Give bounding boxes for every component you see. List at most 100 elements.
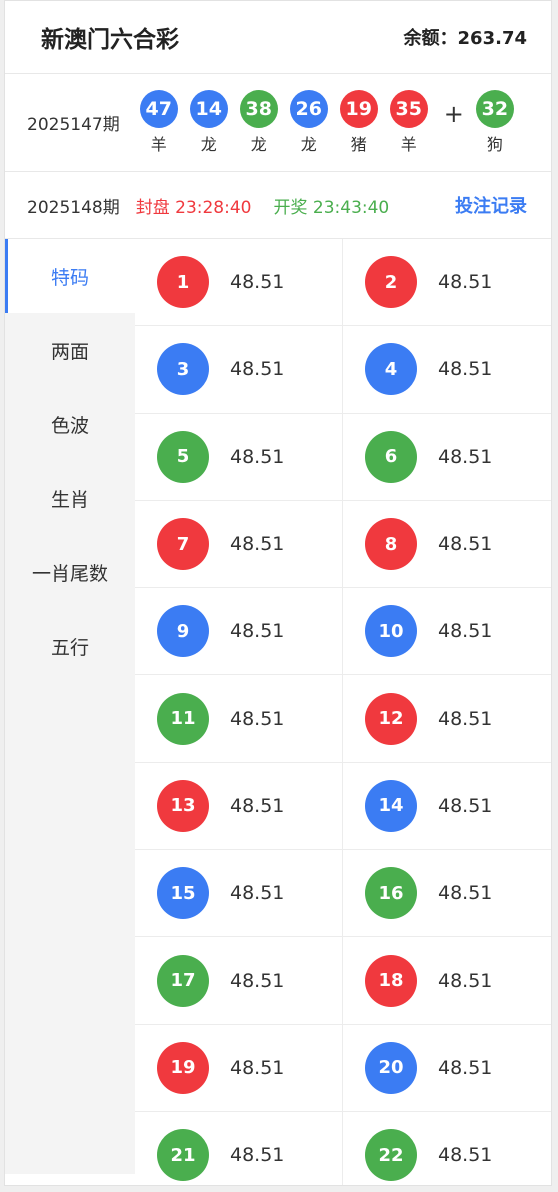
number-ball[interactable]: 19 <box>157 1041 209 1094</box>
sidebar-item-wuxing[interactable]: 五行 <box>5 609 135 683</box>
result-ball: 38 <box>239 90 278 128</box>
number-ball[interactable]: 15 <box>157 867 209 920</box>
odds-value: 48.51 <box>438 533 493 556</box>
number-ball[interactable]: 7 <box>157 518 209 571</box>
number-ball[interactable]: 3 <box>157 343 209 396</box>
result-ball: 26 <box>289 90 328 128</box>
close-time: 封盘 23:28:40 <box>135 197 252 218</box>
odds-value: 48.51 <box>438 1056 493 1079</box>
number-grid: 1 48.51 2 48.51 3 48.51 4 48.51 5 48.51 6 48.51 7 48.… <box>135 239 551 1185</box>
number-ball[interactable]: 6 <box>365 430 417 483</box>
sidebar-item-shengxiao[interactable]: 生肖 <box>5 461 135 535</box>
number-ball[interactable]: 11 <box>157 692 209 745</box>
number-ball[interactable]: 1 <box>157 256 209 309</box>
number-ball[interactable]: 21 <box>157 1129 209 1182</box>
odds-value: 48.51 <box>230 358 285 381</box>
sidebar-item-sebo[interactable]: 色波 <box>5 387 135 461</box>
number-cell[interactable]: 1 48.51 <box>135 239 343 327</box>
number-cell[interactable]: 11 48.51 <box>135 675 343 763</box>
number-cell[interactable]: 9 48.51 <box>135 588 343 676</box>
number-ball[interactable]: 5 <box>157 430 209 483</box>
result-ball-item: 47 羊 <box>134 90 184 155</box>
number-ball[interactable]: 2 <box>365 256 417 309</box>
app-header: 新澳门六合彩 余额：263.74 <box>5 1 551 74</box>
number-ball[interactable]: 9 <box>157 605 209 658</box>
number-cell[interactable]: 14 48.51 <box>343 763 551 851</box>
balance-display: 余额：263.74 <box>403 28 527 49</box>
play-type-sidebar: 特码 两面 色波 生肖 一肖尾数 五行 <box>5 239 135 1174</box>
odds-value: 48.51 <box>438 707 493 730</box>
special-zodiac: 狗 <box>486 135 503 154</box>
number-ball[interactable]: 22 <box>365 1129 417 1182</box>
odds-value: 48.51 <box>230 533 285 556</box>
result-ball-item: 14 龙 <box>184 90 234 155</box>
odds-value: 48.51 <box>438 969 493 992</box>
odds-value: 48.51 <box>438 794 493 817</box>
last-draw-balls: 47 羊 14 龙 38 龙 26 龙 19 猪 35 羊 + 32 狗 <box>134 90 520 155</box>
result-zodiac: 龙 <box>300 135 317 154</box>
number-ball[interactable]: 18 <box>365 954 417 1007</box>
number-cell[interactable]: 2 48.51 <box>343 239 551 327</box>
result-ball: 47 <box>139 90 178 128</box>
app-title: 新澳门六合彩 <box>41 27 179 53</box>
number-cell[interactable]: 20 48.51 <box>343 1025 551 1112</box>
number-cell[interactable]: 16 48.51 <box>343 850 551 938</box>
number-cell[interactable]: 15 48.51 <box>135 850 343 938</box>
number-cell[interactable]: 19 48.51 <box>135 1024 343 1112</box>
number-cell[interactable]: 7 48.51 <box>135 500 343 589</box>
special-ball: 32 <box>475 90 514 128</box>
number-cell[interactable]: 5 48.51 <box>135 413 343 501</box>
sidebar-item-liangmian[interactable]: 两面 <box>5 313 135 387</box>
odds-value: 48.51 <box>230 445 285 468</box>
number-ball[interactable]: 4 <box>365 343 417 396</box>
bet-record-link[interactable]: 投注记录 <box>455 192 527 218</box>
number-ball[interactable]: 8 <box>365 518 417 571</box>
number-ball[interactable]: 12 <box>365 692 417 745</box>
result-zodiac: 龙 <box>250 135 267 154</box>
special-ball-item: 32 狗 <box>470 90 520 155</box>
number-cell[interactable]: 10 48.51 <box>343 588 551 676</box>
number-cell[interactable]: 22 48.51 <box>343 1112 551 1185</box>
number-ball[interactable]: 13 <box>157 779 209 832</box>
result-zodiac: 羊 <box>150 135 167 154</box>
number-cell[interactable]: 13 48.51 <box>135 762 343 851</box>
number-ball[interactable]: 17 <box>157 954 209 1007</box>
result-ball: 14 <box>189 90 228 128</box>
odds-value: 48.51 <box>230 969 285 992</box>
number-cell[interactable]: 3 48.51 <box>135 326 343 414</box>
last-draw-result: 2025147期 47 羊 14 龙 38 龙 26 龙 19 猪 35 羊 +… <box>5 74 551 172</box>
result-ball-item: 35 羊 <box>384 90 434 155</box>
number-ball[interactable]: 10 <box>365 605 417 658</box>
odds-value: 48.51 <box>438 620 493 643</box>
number-cell[interactable]: 6 48.51 <box>343 414 551 501</box>
next-draw-info: 2025148期 封盘 23:28:40 开奖 23:43:40 投注记录 <box>5 172 551 239</box>
result-ball-item: 38 龙 <box>234 90 284 155</box>
number-ball[interactable]: 14 <box>365 779 417 832</box>
odds-value: 48.51 <box>438 358 493 381</box>
result-zodiac: 龙 <box>200 135 217 154</box>
result-zodiac: 羊 <box>400 135 417 154</box>
odds-value: 48.51 <box>438 271 493 294</box>
number-cell[interactable]: 17 48.51 <box>135 937 343 1025</box>
result-ball: 35 <box>389 90 428 128</box>
number-cell[interactable]: 8 48.51 <box>343 501 551 589</box>
sidebar-item-yixiao-weishu[interactable]: 一肖尾数 <box>5 535 135 609</box>
number-ball[interactable]: 20 <box>365 1041 417 1094</box>
result-ball: 19 <box>339 90 378 128</box>
odds-value: 48.51 <box>230 620 285 643</box>
odds-value: 48.51 <box>230 271 285 294</box>
sidebar-item-tema[interactable]: 特码 <box>5 239 135 313</box>
number-cell[interactable]: 18 48.51 <box>343 937 551 1025</box>
number-cell[interactable]: 12 48.51 <box>343 675 551 763</box>
result-zodiac: 猪 <box>350 135 367 154</box>
number-ball[interactable]: 16 <box>365 867 417 920</box>
number-cell[interactable]: 4 48.51 <box>343 326 551 414</box>
odds-value: 48.51 <box>230 1056 285 1079</box>
odds-value: 48.51 <box>438 445 493 468</box>
next-draw-period: 2025148期 <box>27 197 120 218</box>
open-time: 开奖 23:43:40 <box>273 197 390 218</box>
odds-value: 48.51 <box>230 794 285 817</box>
number-cell[interactable]: 21 48.51 <box>135 1111 343 1185</box>
betting-area: 特码 两面 色波 生肖 一肖尾数 五行 1 48.51 2 48.51 3 48.51 4 4… <box>5 239 551 1185</box>
result-ball-item: 19 猪 <box>334 90 384 155</box>
